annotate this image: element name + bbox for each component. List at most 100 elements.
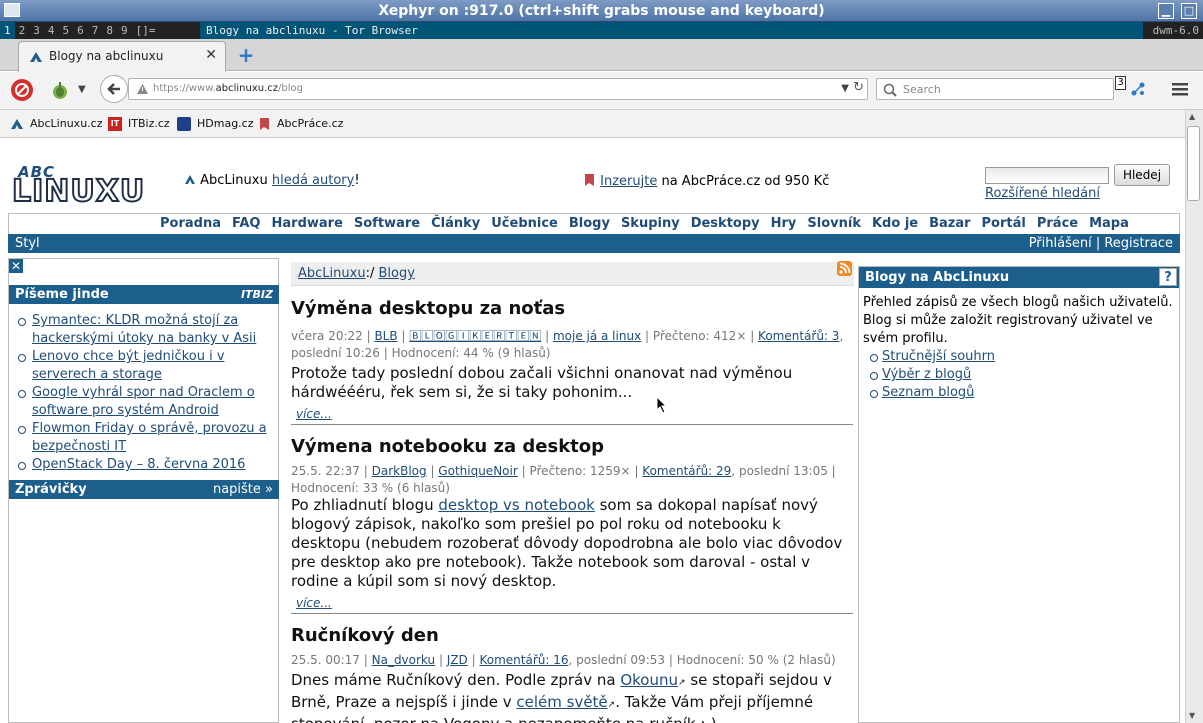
blogy-header: Blogy na AbcLinuxu bbox=[859, 267, 1179, 288]
ad1-prefix: AbcLinuxu bbox=[200, 173, 272, 188]
menu-item-kdo-je[interactable]: Kdo je bbox=[872, 216, 918, 231]
vyber-z-blogu-link[interactable]: Výběr z blogů bbox=[882, 367, 971, 382]
itbiz-article-link[interactable]: OpenStack Day – 8. června 2016 bbox=[32, 457, 245, 472]
hleda-autory-link[interactable]: hledá autory bbox=[272, 173, 355, 188]
inzerujte-link[interactable]: Inzerujte bbox=[600, 174, 657, 189]
post-author-link[interactable]: DarkBlog bbox=[372, 464, 427, 478]
menu-item-software[interactable]: Software bbox=[354, 216, 420, 231]
menu-item-poradna[interactable]: Poradna bbox=[160, 216, 221, 231]
register-link[interactable]: Registrace bbox=[1104, 236, 1173, 251]
itbiz-article-link[interactable]: Symantec: KLDR možná stojí za hackerským… bbox=[32, 313, 256, 346]
new-tab-icon[interactable]: + bbox=[235, 44, 257, 66]
tor-onion-icon[interactable] bbox=[50, 80, 70, 100]
browser-tab[interactable]: Blogy na abclinuxu ✕ bbox=[18, 41, 226, 72]
menu-item-hardware[interactable]: Hardware bbox=[272, 216, 343, 231]
piseme-jinde-list: Symantec: KLDR možná stojí za hackerským… bbox=[15, 312, 277, 474]
post-author-link[interactable]: BLB bbox=[374, 329, 397, 343]
breadcrumb-blogy-link[interactable]: Blogy bbox=[378, 266, 414, 281]
post-blog-link[interactable]: JZD bbox=[447, 653, 468, 667]
dwm-tag-8[interactable]: 8 bbox=[102, 22, 117, 39]
post-blog-link[interactable]: GothiqueNoir bbox=[438, 464, 517, 478]
close-sidebar-icon[interactable]: ✕ bbox=[9, 259, 23, 273]
hledej-button[interactable]: Hledej bbox=[1114, 164, 1170, 186]
list-item: Stručnější souhrn bbox=[868, 348, 995, 366]
abclinuxu-logo[interactable]: ABC LINUXU bbox=[11, 163, 147, 213]
post-title[interactable]: Ručníkový den bbox=[291, 625, 439, 646]
tor-menu-chevron-down-icon[interactable]: ▼ bbox=[78, 84, 86, 95]
post-comments-link[interactable]: Komentářů: 16 bbox=[479, 653, 568, 667]
post-title[interactable]: Výmena notebooku za desktop bbox=[291, 436, 604, 457]
menu-item-blogy[interactable]: Blogy bbox=[569, 216, 610, 231]
menu-item-hry[interactable]: Hry bbox=[771, 216, 797, 231]
desktop-vs-notebook-link[interactable]: desktop vs notebook bbox=[438, 496, 594, 514]
page-scrollbar[interactable] bbox=[1185, 110, 1203, 723]
advanced-search-link[interactable]: Rozšířené hledání bbox=[985, 186, 1100, 201]
noscript-icon[interactable] bbox=[11, 79, 33, 101]
menu-item-prace[interactable]: Práce bbox=[1037, 216, 1078, 231]
window-menu-icon[interactable] bbox=[4, 3, 20, 17]
menu-item-faq[interactable]: FAQ bbox=[232, 216, 261, 231]
url-bar[interactable]: https://www.abclinuxu.cz/blog ▼ ↻ bbox=[128, 78, 868, 100]
bookmark-abcprace[interactable]: AbcPráce.cz bbox=[277, 117, 343, 130]
search-bar[interactable]: Search bbox=[876, 78, 1114, 100]
scroll-up-icon[interactable]: ▲ bbox=[1189, 112, 1195, 121]
breadcrumb-root-link[interactable]: AbcLinuxu bbox=[298, 266, 366, 281]
post-blog-link[interactable]: 🄱🄻🄾🄶🄸🄺🄴🅁🅃🄴🄽 bbox=[409, 329, 541, 343]
login-link[interactable]: Přihlášení bbox=[1029, 236, 1092, 251]
site-search-input[interactable] bbox=[985, 167, 1109, 184]
seznam-blogu-link[interactable]: Seznam blogů bbox=[882, 385, 974, 400]
minimize-button[interactable]: ▁ bbox=[1158, 3, 1174, 19]
dwm-layout[interactable]: []= bbox=[132, 22, 160, 39]
dwm-tag-3[interactable]: 3 bbox=[29, 22, 44, 39]
post-comments-link[interactable]: Komentářů: 3 bbox=[758, 329, 839, 343]
close-tab-icon[interactable]: ✕ bbox=[205, 47, 217, 63]
url-prefix: https://www. bbox=[153, 83, 216, 94]
scrollbar-thumb[interactable] bbox=[1187, 126, 1200, 201]
dwm-tag-4[interactable]: 4 bbox=[44, 22, 59, 39]
menu-item-slovnik[interactable]: Slovník bbox=[807, 216, 861, 231]
menu-item-portal[interactable]: Portál bbox=[982, 216, 1026, 231]
scroll-down-icon[interactable]: ▼ bbox=[1189, 711, 1195, 720]
strucnejsi-souhrn-link[interactable]: Stručnější souhrn bbox=[882, 349, 995, 364]
menu-item-ucebnice[interactable]: Učebnice bbox=[491, 216, 558, 231]
menu-item-bazar[interactable]: Bazar bbox=[929, 216, 970, 231]
rss-icon[interactable] bbox=[837, 261, 852, 276]
post-author-link[interactable]: Na_dvorku bbox=[372, 653, 436, 667]
dwm-tag-9[interactable]: 9 bbox=[117, 22, 132, 39]
menu-item-desktopy[interactable]: Desktopy bbox=[691, 216, 760, 231]
reload-icon[interactable]: ↻ bbox=[853, 80, 864, 95]
maximize-button[interactable]: □ bbox=[1181, 3, 1197, 19]
url-dropdown-icon[interactable]: ▼ bbox=[841, 83, 849, 94]
back-button[interactable] bbox=[100, 75, 128, 103]
dwm-tag-1[interactable]: 1 bbox=[0, 22, 15, 39]
itbiz-logo[interactable]: ITBIZ bbox=[241, 285, 273, 304]
menu-item-clanky[interactable]: Články bbox=[431, 216, 480, 231]
vice-link[interactable]: více... bbox=[296, 596, 332, 610]
itbiz-article-link[interactable]: Flowmon Friday o správě, provozu a bezpe… bbox=[32, 421, 267, 454]
help-icon[interactable]: ? bbox=[1159, 268, 1177, 286]
itbiz-article-link[interactable]: Google vyhrál spor nad Oraclem o softwar… bbox=[32, 385, 255, 418]
hamburger-menu-icon[interactable] bbox=[1172, 81, 1188, 97]
bookmark-abclinuxu[interactable]: AbcLinuxu.cz bbox=[30, 117, 102, 130]
post-title[interactable]: Výměna desktopu za noťas bbox=[291, 298, 565, 319]
napiste-link[interactable]: napište » bbox=[213, 480, 273, 499]
post-category-link[interactable]: moje já a linux bbox=[553, 329, 641, 343]
post-comments-link[interactable]: Komentářů: 29 bbox=[642, 464, 731, 478]
dwm-tag-6[interactable]: 6 bbox=[73, 22, 88, 39]
itbiz-article-link[interactable]: Lenovo chce být jedničkou i v serverech … bbox=[32, 349, 225, 382]
dwm-tag-7[interactable]: 7 bbox=[88, 22, 103, 39]
menu-item-skupiny[interactable]: Skupiny bbox=[621, 216, 680, 231]
dwm-tag-5[interactable]: 5 bbox=[59, 22, 74, 39]
post-date: 25.5. 22:37 bbox=[291, 464, 360, 478]
post-meta: 25.5. 22:37 | DarkBlog | GothiqueNoir | … bbox=[291, 464, 836, 495]
blogy-links: Stručnější souhrn Výběr z blogů Seznam b… bbox=[868, 348, 995, 402]
celem-svete-link[interactable]: celém světě bbox=[516, 693, 607, 711]
okoun-link[interactable]: Okounu bbox=[620, 671, 678, 689]
network-icon[interactable] bbox=[1130, 81, 1146, 97]
bookmark-itbiz[interactable]: ITBiz.cz bbox=[128, 117, 170, 130]
dwm-tag-2[interactable]: 2 bbox=[15, 22, 30, 39]
bookmark-hdmag[interactable]: HDmag.cz bbox=[197, 117, 254, 130]
vice-link[interactable]: více... bbox=[296, 407, 332, 421]
menu-item-mapa[interactable]: Mapa bbox=[1089, 216, 1129, 231]
styl-link[interactable]: Styl bbox=[15, 234, 40, 253]
